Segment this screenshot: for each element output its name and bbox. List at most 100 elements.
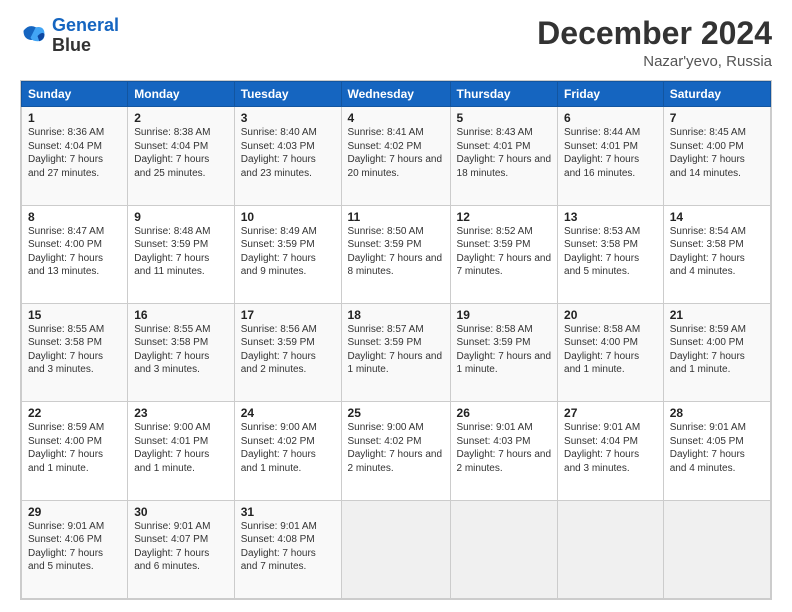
day-info: Sunrise: 8:59 AMSunset: 4:00 PMDaylight:… — [28, 422, 104, 474]
day-cell: 31 Sunrise: 9:01 AMSunset: 4:08 PMDayligh… — [234, 500, 341, 598]
day-cell: 7Sunrise: 8:45 AMSunset: 4:00 PMDaylight… — [663, 107, 770, 205]
day-cell: 27 Sunrise: 9:01 AMSunset: 4:04 PMDayligh… — [558, 402, 664, 500]
day-cell: 29Sunrise: 9:01 AMSunset: 4:06 PMDayligh… — [22, 500, 128, 598]
day-cell — [341, 500, 450, 598]
day-info: Sunrise: 8:38 AMSunset: 4:04 PMDaylight:… — [134, 127, 210, 179]
day-number: 13 — [564, 210, 657, 224]
day-cell: 20Sunrise: 8:58 AMSunset: 4:00 PMDayligh… — [558, 303, 664, 401]
day-cell: 16 Sunrise: 8:55 AMSunset: 3:58 PMDayligh… — [128, 303, 234, 401]
logo: General Blue — [20, 16, 119, 56]
day-info: Sunrise: 8:44 AMSunset: 4:01 PMDaylight:… — [564, 127, 640, 179]
day-cell: 1 Sunrise: 8:36 AMSunset: 4:04 PMDaylight… — [22, 107, 128, 205]
day-number: 30 — [134, 505, 227, 519]
subtitle: Nazar'yevo, Russia — [537, 53, 772, 70]
day-number: 4 — [348, 111, 444, 125]
week-row-2: 8 Sunrise: 8:47 AMSunset: 4:00 PMDaylight… — [22, 205, 771, 303]
day-number: 26 — [457, 406, 552, 420]
day-info: Sunrise: 9:01 AMSunset: 4:05 PMDaylight:… — [670, 422, 746, 474]
col-saturday: Saturday — [663, 82, 770, 107]
calendar: Sunday Monday Tuesday Wednesday Thursday… — [20, 80, 772, 600]
day-cell: 30 Sunrise: 9:01 AMSunset: 4:07 PMDayligh… — [128, 500, 234, 598]
logo-line1: General — [52, 15, 119, 35]
day-cell: 28 Sunrise: 9:01 AMSunset: 4:05 PMDayligh… — [663, 402, 770, 500]
day-number: 15 — [28, 308, 121, 322]
day-info: Sunrise: 8:55 AMSunset: 3:58 PMDaylight:… — [134, 324, 210, 376]
day-number: 20 — [564, 308, 657, 322]
day-info: Sunrise: 9:01 AMSunset: 4:04 PMDaylight:… — [564, 422, 640, 474]
day-info: Sunrise: 8:57 AMSunset: 3:59 PMDaylight:… — [348, 324, 443, 376]
title-block: December 2024 Nazar'yevo, Russia — [537, 16, 772, 70]
day-info: Sunrise: 8:40 AMSunset: 4:03 PMDaylight:… — [241, 127, 317, 179]
day-info: Sunrise: 8:54 AMSunset: 3:58 PMDaylight:… — [670, 226, 746, 278]
day-number: 17 — [241, 308, 335, 322]
day-number: 22 — [28, 406, 121, 420]
col-friday: Friday — [558, 82, 664, 107]
day-info: Sunrise: 8:41 AMSunset: 4:02 PMDaylight:… — [348, 127, 443, 179]
day-info: Sunrise: 9:01 AMSunset: 4:07 PMDaylight:… — [134, 521, 210, 573]
col-thursday: Thursday — [450, 82, 558, 107]
day-cell: 11Sunrise: 8:50 AMSunset: 3:59 PMDayligh… — [341, 205, 450, 303]
day-info: Sunrise: 8:47 AMSunset: 4:00 PMDaylight:… — [28, 226, 104, 278]
day-cell: 2 Sunrise: 8:38 AMSunset: 4:04 PMDaylight… — [128, 107, 234, 205]
day-number: 14 — [670, 210, 764, 224]
header: General Blue December 2024 Nazar'yevo, R… — [20, 16, 772, 70]
col-wednesday: Wednesday — [341, 82, 450, 107]
day-info: Sunrise: 9:00 AMSunset: 4:01 PMDaylight:… — [134, 422, 210, 474]
day-cell: 9Sunrise: 8:48 AMSunset: 3:59 PMDaylight… — [128, 205, 234, 303]
calendar-header: Sunday Monday Tuesday Wednesday Thursday… — [22, 82, 771, 107]
day-cell: 18 Sunrise: 8:57 AMSunset: 3:59 PMDayligh… — [341, 303, 450, 401]
day-info: Sunrise: 8:36 AMSunset: 4:04 PMDaylight:… — [28, 127, 104, 179]
day-number: 2 — [134, 111, 227, 125]
day-info: Sunrise: 8:49 AMSunset: 3:59 PMDaylight:… — [241, 226, 317, 278]
day-cell: 4 Sunrise: 8:41 AMSunset: 4:02 PMDaylight… — [341, 107, 450, 205]
day-cell: 24 Sunrise: 9:00 AMSunset: 4:02 PMDayligh… — [234, 402, 341, 500]
day-info: Sunrise: 8:48 AMSunset: 3:59 PMDaylight:… — [134, 226, 210, 278]
day-cell — [663, 500, 770, 598]
day-cell: 8 Sunrise: 8:47 AMSunset: 4:00 PMDaylight… — [22, 205, 128, 303]
day-info: Sunrise: 9:01 AMSunset: 4:08 PMDaylight:… — [241, 521, 317, 573]
day-cell: 10Sunrise: 8:49 AMSunset: 3:59 PMDayligh… — [234, 205, 341, 303]
day-info: Sunrise: 8:56 AMSunset: 3:59 PMDaylight:… — [241, 324, 317, 376]
logo-line2: Blue — [52, 36, 119, 56]
day-number: 28 — [670, 406, 764, 420]
week-row-3: 15 Sunrise: 8:55 AMSunset: 3:58 PMDayligh… — [22, 303, 771, 401]
day-number: 6 — [564, 111, 657, 125]
day-info: Sunrise: 8:43 AMSunset: 4:01 PMDaylight:… — [457, 127, 552, 179]
day-info: Sunrise: 9:00 AMSunset: 4:02 PMDaylight:… — [241, 422, 317, 474]
day-info: Sunrise: 9:01 AMSunset: 4:03 PMDaylight:… — [457, 422, 552, 474]
day-info: Sunrise: 8:55 AMSunset: 3:58 PMDaylight:… — [28, 324, 104, 376]
day-cell: 19 Sunrise: 8:58 AMSunset: 3:59 PMDayligh… — [450, 303, 558, 401]
day-number: 18 — [348, 308, 444, 322]
day-info: Sunrise: 9:01 AMSunset: 4:06 PMDaylight:… — [28, 521, 104, 573]
day-info: Sunrise: 8:52 AMSunset: 3:59 PMDaylight:… — [457, 226, 552, 278]
calendar-table: Sunday Monday Tuesday Wednesday Thursday… — [21, 81, 771, 599]
day-number: 21 — [670, 308, 764, 322]
day-cell: 12Sunrise: 8:52 AMSunset: 3:59 PMDayligh… — [450, 205, 558, 303]
day-number: 8 — [28, 210, 121, 224]
day-cell: 3 Sunrise: 8:40 AMSunset: 4:03 PMDaylight… — [234, 107, 341, 205]
day-cell: 22 Sunrise: 8:59 AMSunset: 4:00 PMDayligh… — [22, 402, 128, 500]
day-info: Sunrise: 8:59 AMSunset: 4:00 PMDaylight:… — [670, 324, 746, 376]
header-row: Sunday Monday Tuesday Wednesday Thursday… — [22, 82, 771, 107]
logo-text: General Blue — [52, 16, 119, 56]
day-number: 3 — [241, 111, 335, 125]
calendar-body: 1 Sunrise: 8:36 AMSunset: 4:04 PMDaylight… — [22, 107, 771, 599]
day-cell — [450, 500, 558, 598]
day-cell — [558, 500, 664, 598]
week-row-5: 29Sunrise: 9:01 AMSunset: 4:06 PMDayligh… — [22, 500, 771, 598]
day-number: 1 — [28, 111, 121, 125]
day-cell: 25Sunrise: 9:00 AMSunset: 4:02 PMDayligh… — [341, 402, 450, 500]
main-title: December 2024 — [537, 16, 772, 51]
day-number: 16 — [134, 308, 227, 322]
day-cell: 6 Sunrise: 8:44 AMSunset: 4:01 PMDaylight… — [558, 107, 664, 205]
day-info: Sunrise: 8:58 AMSunset: 3:59 PMDaylight:… — [457, 324, 552, 376]
day-cell: 17 Sunrise: 8:56 AMSunset: 3:59 PMDayligh… — [234, 303, 341, 401]
day-number: 19 — [457, 308, 552, 322]
day-number: 24 — [241, 406, 335, 420]
day-number: 25 — [348, 406, 444, 420]
day-cell: 15 Sunrise: 8:55 AMSunset: 3:58 PMDayligh… — [22, 303, 128, 401]
day-number: 31 — [241, 505, 335, 519]
col-monday: Monday — [128, 82, 234, 107]
day-cell: 23Sunrise: 9:00 AMSunset: 4:01 PMDayligh… — [128, 402, 234, 500]
day-number: 27 — [564, 406, 657, 420]
